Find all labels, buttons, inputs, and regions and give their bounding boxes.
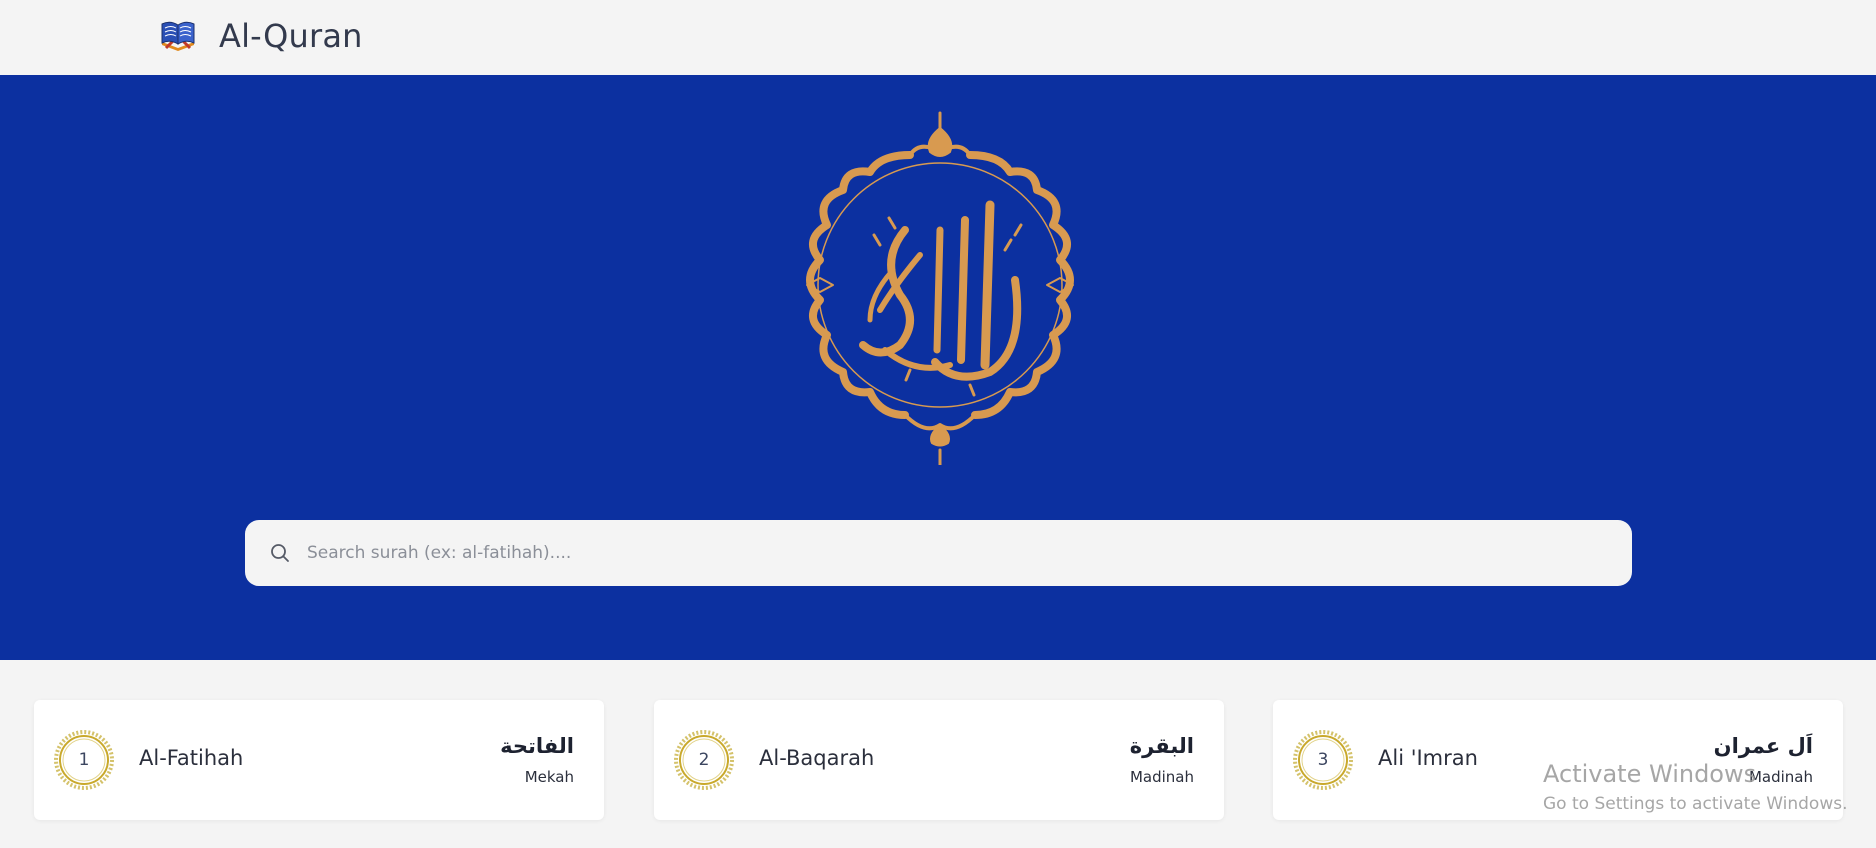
top-navbar: Al-Quran bbox=[0, 0, 1876, 75]
surah-card[interactable]: 3 Ali 'Imran اَل عمران Madinah bbox=[1273, 700, 1843, 820]
surah-card[interactable]: 1 Al-Fatihah الفاتحة Mekah bbox=[34, 700, 604, 820]
app-title: Al-Quran bbox=[219, 17, 363, 55]
surah-arabic-name: الفاتحة bbox=[500, 734, 574, 758]
search-input[interactable] bbox=[305, 533, 1632, 573]
surah-number-badge: 3 bbox=[1293, 730, 1353, 790]
surah-card[interactable]: 2 Al-Baqarah البقرة Madinah bbox=[654, 700, 1224, 820]
brand-link[interactable]: Al-Quran bbox=[153, 14, 363, 58]
search-icon bbox=[269, 542, 291, 564]
surah-number-badge: 1 bbox=[54, 730, 114, 790]
surah-revelation-place: Mekah bbox=[524, 768, 574, 786]
surah-arabic-name: اَل عمران bbox=[1713, 734, 1813, 758]
surah-name: Al-Fatihah bbox=[139, 746, 244, 770]
al-quran-al-karim-calligraphy-emblem bbox=[785, 110, 1095, 468]
surah-list: 1 Al-Fatihah الفاتحة Mekah 2 Al-Baqarah … bbox=[0, 660, 1876, 848]
surah-number: 3 bbox=[1317, 750, 1329, 770]
search-bar[interactable] bbox=[245, 520, 1632, 586]
surah-number: 2 bbox=[698, 750, 710, 770]
surah-number-badge: 2 bbox=[674, 730, 734, 790]
surah-number: 1 bbox=[78, 750, 90, 770]
hero-banner bbox=[0, 75, 1876, 660]
surah-name: Ali 'Imran bbox=[1378, 746, 1478, 770]
surah-revelation-place: Madinah bbox=[1129, 768, 1194, 786]
open-quran-book-icon bbox=[153, 14, 203, 58]
surah-revelation-place: Madinah bbox=[1748, 768, 1813, 786]
surah-name: Al-Baqarah bbox=[759, 746, 875, 770]
surah-arabic-name: البقرة bbox=[1129, 734, 1194, 758]
